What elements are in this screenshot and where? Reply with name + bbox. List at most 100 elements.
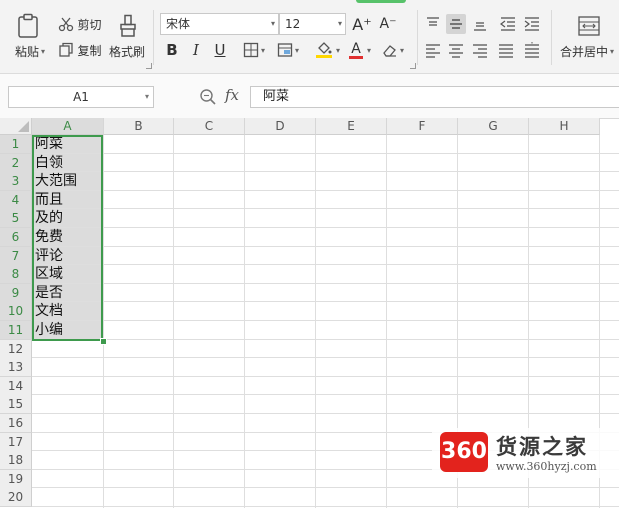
paste-button[interactable]: 粘贴 ▾ [10,43,50,59]
copy-label: 复制 [77,43,102,58]
row-header-2[interactable]: 2 [0,153,32,173]
row-header-15[interactable]: 15 [0,395,32,415]
align-top-icon [427,17,439,26]
row-header-14[interactable]: 14 [0,376,32,396]
format-painter-button[interactable]: 格式刷 [106,43,148,59]
column-header-h[interactable]: H [529,118,600,135]
distributed-align-icon [525,42,539,58]
align-center-button[interactable] [446,40,466,60]
font-name-dropdown-icon[interactable]: ▾ [271,14,275,34]
formula-input[interactable]: 阿菜 [250,86,619,108]
justify-icon [499,44,513,58]
name-box[interactable]: A1 ▾ [8,86,154,108]
column-header-f[interactable]: F [387,118,458,135]
increase-indent-icon [524,17,539,31]
font-color-swatch [349,55,363,59]
select-all-corner[interactable] [0,118,32,135]
merge-center-icon[interactable] [575,13,603,39]
zoom-search-icon[interactable] [199,88,217,110]
font-color-dropdown-icon[interactable]: ▾ [367,46,371,55]
font-color-button[interactable]: A [343,38,369,62]
grid-row-line [32,189,619,191]
shrink-font-icon: A⁻ [379,16,397,32]
column-header-c[interactable]: C [174,118,245,135]
format-painter-label: 格式刷 [108,44,145,59]
grid-row-line [32,152,619,154]
align-middle-button[interactable] [446,14,466,34]
border-button[interactable]: ▾ [239,38,269,62]
row-header-11[interactable]: 11 [0,321,32,340]
grid-row-line [32,357,619,359]
cut-button[interactable]: 剪切 [55,15,105,33]
clipboard-group-expand-icon[interactable] [146,63,152,69]
font-color-icon: A [351,40,361,57]
italic-button[interactable]: I [187,38,205,62]
paste-icon[interactable] [13,12,43,40]
name-box-dropdown-icon[interactable]: ▾ [145,87,149,107]
row-header-13[interactable]: 13 [0,358,32,378]
watermark-logo: 360 [440,432,488,472]
font-size-dropdown-icon[interactable]: ▾ [338,14,342,34]
grid-row-line [32,338,619,340]
grid-row-line [32,413,619,414]
row-header-9[interactable]: 9 [0,283,32,303]
format-painter-icon[interactable] [116,12,140,40]
ribbon-toolbar: 粘贴 ▾ 剪切 复制 格式刷 宋体 ▾ 12 ▾ A⁺ A⁻ B I U ▾ ▾… [0,0,619,74]
merge-center-dropdown-icon[interactable]: ▾ [610,47,614,56]
row-header-6[interactable]: 6 [0,228,32,247]
paste-label: 粘贴 [14,44,39,59]
font-group-expand-icon[interactable] [410,63,416,69]
font-name-select[interactable]: 宋体 ▾ [160,13,279,35]
distributed-align-button[interactable] [522,40,542,60]
column-header-e[interactable]: E [316,118,387,135]
increase-indent-button[interactable] [522,14,542,34]
column-header-d[interactable]: D [245,118,316,135]
justify-button[interactable] [496,40,516,60]
fill-color-dropdown-icon[interactable]: ▾ [336,46,340,55]
row-header-19[interactable]: 19 [0,469,32,489]
row-header-16[interactable]: 16 [0,414,32,433]
row-header-5[interactable]: 5 [0,209,32,229]
name-box-value: A1 [73,90,89,104]
fill-handle[interactable] [100,338,107,345]
merge-center-button[interactable]: 合并居中 ▾ [560,43,619,59]
active-tab-indicator [356,0,406,3]
shrink-font-button[interactable]: A⁻ [377,13,399,35]
cell-style-button[interactable]: ▾ [273,38,303,62]
align-right-button[interactable] [470,40,490,60]
clear-format-button[interactable]: ▾ [379,38,407,62]
font-size-select[interactable]: 12 ▾ [279,13,346,35]
merge-center-label: 合并居中 [560,44,609,59]
grow-font-button[interactable]: A⁺ [351,13,373,35]
column-header-a[interactable]: A [32,118,104,135]
row-header-3[interactable]: 3 [0,172,32,192]
underline-button[interactable]: U [211,38,229,62]
column-header-b[interactable]: B [104,118,174,135]
row-header-20[interactable]: 20 [0,488,32,508]
row-header-7[interactable]: 7 [0,246,32,266]
bold-button[interactable]: B [163,38,181,62]
row-header-17[interactable]: 17 [0,432,32,452]
row-header-10[interactable]: 10 [0,302,32,322]
align-top-button[interactable] [423,14,443,34]
row-header-12[interactable]: 12 [0,339,32,359]
watermark-url: www.360hyzj.com [496,460,597,473]
copy-button[interactable]: 复制 [55,41,105,59]
align-bottom-button[interactable] [470,14,490,34]
insert-function-icon[interactable]: fx [225,86,239,104]
fill-color-button[interactable] [309,38,339,62]
row-header-1[interactable]: 1 [0,135,32,154]
row-header-4[interactable]: 4 [0,190,32,210]
align-left-button[interactable] [423,40,443,60]
row-header-8[interactable]: 8 [0,265,32,285]
decrease-indent-button[interactable] [498,14,518,34]
paste-dropdown-icon[interactable]: ▾ [41,47,45,56]
watermark-name: 货源之家 [496,435,588,459]
grid-row-line [32,227,619,228]
align-left-icon [426,44,440,58]
bold-icon: B [166,41,178,59]
column-header-g[interactable]: G [458,118,529,135]
cut-label: 剪切 [77,17,102,32]
underline-icon: U [214,41,226,59]
row-header-18[interactable]: 18 [0,451,32,471]
